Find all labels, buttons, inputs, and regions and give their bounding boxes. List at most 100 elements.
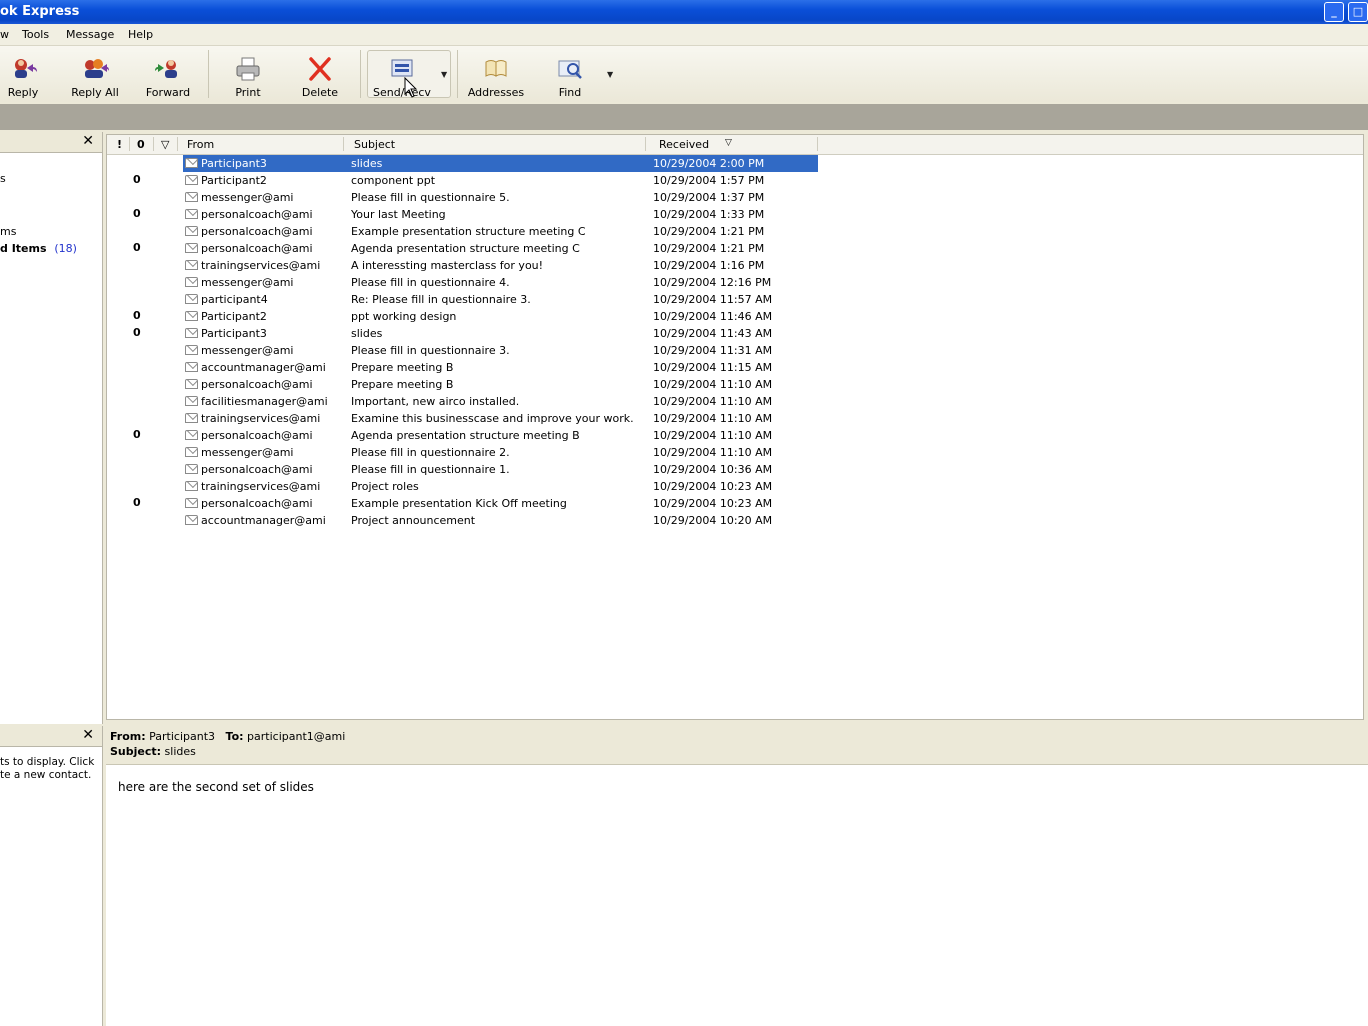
send-recv-button[interactable]: Send/Recv	[370, 50, 434, 100]
send-recv-dropdown-icon[interactable]: ▼	[441, 70, 447, 79]
folder-item[interactable]: s	[0, 172, 6, 185]
info-bar	[0, 104, 1368, 130]
delete-button[interactable]: Delete	[298, 50, 342, 100]
column-divider[interactable]	[817, 137, 818, 151]
message-from: messenger@ami	[201, 344, 294, 357]
column-flag[interactable]: ▽	[161, 138, 169, 151]
column-divider[interactable]	[153, 137, 154, 151]
column-divider[interactable]	[343, 137, 344, 151]
envelope-read-icon	[185, 379, 198, 389]
attachment-icon: 0	[133, 241, 141, 254]
addresses-button[interactable]: Addresses	[466, 50, 526, 100]
column-from[interactable]: From	[187, 138, 214, 151]
column-received[interactable]: Received	[659, 138, 709, 151]
close-icon[interactable]: ✕	[82, 133, 94, 149]
envelope-read-icon	[185, 277, 198, 287]
message-subject: A interessting masterclass for you!	[351, 259, 544, 272]
message-received: 10/29/2004 11:10 AM	[653, 395, 773, 408]
message-row[interactable]: trainingservices@ami Examine this busines…	[107, 410, 1363, 427]
menu-message[interactable]: Message	[66, 28, 114, 41]
message-row[interactable]: 0 personalcoach@ami Your last Meeting 10/29…	[107, 206, 1363, 223]
envelope-read-icon	[185, 226, 198, 236]
message-row[interactable]: accountmanager@ami Project announcement 10…	[107, 512, 1363, 529]
column-divider[interactable]	[177, 137, 178, 151]
minimize-button[interactable]: _	[1324, 2, 1344, 22]
message-from: personalcoach@ami	[201, 208, 313, 221]
message-row[interactable]: accountmanager@ami Prepare meeting B 10/29…	[107, 359, 1363, 376]
reply-button[interactable]: Reply	[0, 50, 46, 100]
message-subject: Your last Meeting	[351, 208, 446, 221]
message-from: personalcoach@ami	[201, 497, 313, 510]
message-received: 10/29/2004 1:57 PM	[653, 174, 765, 187]
message-row[interactable]: 0 personalcoach@ami Agenda presentation st…	[107, 240, 1363, 257]
column-divider[interactable]	[129, 137, 130, 151]
message-row[interactable]: messenger@ami Please fill in questionnair…	[107, 274, 1363, 291]
message-received: 10/29/2004 10:36 AM	[653, 463, 773, 476]
find-button[interactable]: Find	[552, 50, 588, 100]
message-row[interactable]: 0 Participant3 slides 10/29/2004 2:00 PM	[107, 155, 1363, 172]
message-received: 10/29/2004 10:23 AM	[653, 497, 773, 510]
folder-label: d Items	[0, 242, 47, 255]
message-subject: Please fill in questionnaire 2.	[351, 446, 510, 459]
envelope-read-icon	[185, 294, 198, 304]
attachment-icon: 0	[133, 207, 141, 220]
to-label: To:	[225, 730, 244, 743]
message-row[interactable]: messenger@ami Please fill in questionnair…	[107, 342, 1363, 359]
message-from: Participant2	[201, 310, 267, 323]
message-row[interactable]: trainingservices@ami A interessting maste…	[107, 257, 1363, 274]
find-dropdown-icon[interactable]: ▼	[607, 70, 613, 79]
maximize-button[interactable]: □	[1348, 2, 1368, 22]
message-row[interactable]: participant4 Re: Please fill in questionn…	[107, 291, 1363, 308]
menu-view[interactable]: w	[0, 28, 9, 41]
folder-item-deleted[interactable]: d Items (18)	[0, 242, 77, 255]
toolbar-separator	[208, 50, 209, 98]
message-row[interactable]: personalcoach@ami Prepare meeting B 10/29/…	[107, 376, 1363, 393]
preview-subject: slides	[164, 745, 196, 758]
toolbar-separator	[457, 50, 458, 98]
column-attachment[interactable]: 0	[137, 138, 145, 151]
close-icon[interactable]: ✕	[82, 727, 94, 743]
message-received: 10/29/2004 11:43 AM	[653, 327, 773, 340]
message-list: ! 0 ▽ From Subject Received ▽ 0 Participa…	[106, 134, 1364, 720]
message-row[interactable]: messenger@ami Please fill in questionnair…	[107, 189, 1363, 206]
column-divider[interactable]	[645, 137, 646, 151]
print-button[interactable]: Print	[228, 50, 268, 100]
message-from: messenger@ami	[201, 446, 294, 459]
attachment-icon: 0	[133, 173, 141, 186]
message-row[interactable]: 0 Participant2 component ppt 10/29/2004 1:5…	[107, 172, 1363, 189]
message-row[interactable]: messenger@ami Please fill in questionnair…	[107, 444, 1363, 461]
preview-body[interactable]: here are the second set of slides	[106, 765, 1368, 1026]
message-row[interactable]: 0 personalcoach@ami Example presentation K…	[107, 495, 1363, 512]
column-priority[interactable]: !	[117, 138, 122, 151]
reply-all-button[interactable]: Reply All	[68, 50, 122, 100]
column-subject[interactable]: Subject	[354, 138, 395, 151]
attachment-icon: 0	[133, 309, 141, 322]
message-row[interactable]: personalcoach@ami Please fill in question…	[107, 461, 1363, 478]
message-subject: Example presentation structure meeting C	[351, 225, 586, 238]
envelope-read-icon	[185, 311, 198, 321]
envelope-read-icon	[185, 447, 198, 457]
message-row[interactable]: 0 personalcoach@ami Agenda presentation st…	[107, 427, 1363, 444]
message-from: personalcoach@ami	[201, 378, 313, 391]
message-row[interactable]: 0 Participant3 slides 10/29/2004 11:43 AM	[107, 325, 1363, 342]
attachment-icon: 0	[133, 156, 141, 169]
message-received: 10/29/2004 10:23 AM	[653, 480, 773, 493]
message-subject: Please fill in questionnaire 3.	[351, 344, 510, 357]
message-from: trainingservices@ami	[201, 480, 321, 493]
menu-tools[interactable]: Tools	[22, 28, 49, 41]
message-from: personalcoach@ami	[201, 429, 313, 442]
message-row[interactable]: facilitiesmanager@ami Important, new airc…	[107, 393, 1363, 410]
message-subject: Prepare meeting B	[351, 378, 454, 391]
message-from: facilitiesmanager@ami	[201, 395, 328, 408]
print-label[interactable]: Print	[228, 86, 268, 99]
message-row[interactable]: personalcoach@ami Example presentation st…	[107, 223, 1363, 240]
envelope-read-icon	[185, 260, 198, 270]
folder-item[interactable]: ms	[0, 225, 16, 238]
message-subject: Please fill in questionnaire 4.	[351, 276, 510, 289]
message-row[interactable]: 0 Participant2 ppt working design 10/29/200…	[107, 308, 1363, 325]
forward-button[interactable]: Forward	[142, 50, 194, 100]
menu-help[interactable]: Help	[128, 28, 153, 41]
message-subject: Please fill in questionnaire 5.	[351, 191, 510, 204]
message-row[interactable]: trainingservices@ami Project roles 10/29/2…	[107, 478, 1363, 495]
envelope-read-icon	[185, 158, 198, 168]
